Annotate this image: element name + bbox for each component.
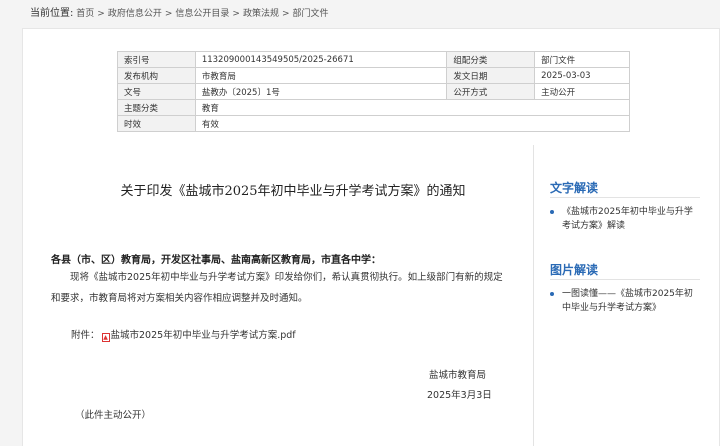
table-row: 发布机构 市教育局 发文日期 2025-03-03	[117, 67, 630, 84]
category-value: 部门文件	[534, 51, 630, 68]
breadcrumb-info-catalog[interactable]: 信息公开目录	[175, 9, 229, 19]
signature-date: 2025年3月3日	[427, 390, 492, 401]
topic-value: 教育	[194, 99, 631, 116]
bullet-icon	[550, 292, 554, 296]
document-title: 关于印发《盐城市2025年初中毕业与升学考试方案》的通知	[120, 184, 466, 199]
doc-no-label: 文号	[117, 83, 196, 100]
breadcrumb-label: 当前位置:	[30, 8, 74, 19]
sidebar-divider	[550, 279, 700, 280]
breadcrumb-home[interactable]: 首页	[76, 9, 94, 19]
column-divider	[533, 145, 534, 446]
publish-mode-value: 主动公开	[534, 83, 630, 100]
content-panel: 索引号 113209000143549505/2025-26671 组配分类 部…	[22, 28, 720, 446]
sidebar-divider	[550, 197, 700, 198]
table-row: 主题分类 教育	[117, 99, 631, 116]
validity-value: 有效	[194, 115, 631, 132]
signature-org: 盐城市教育局	[429, 370, 487, 381]
topic-label: 主题分类	[117, 99, 196, 116]
text-interpretation-link[interactable]: 《盐城市2025年初中毕业与升学考试方案》解读	[550, 205, 700, 233]
metadata-table: 索引号 113209000143549505/2025-26671 组配分类 部…	[117, 51, 631, 132]
validity-label: 时效	[117, 115, 196, 132]
attachment-label: 附件：	[71, 330, 100, 341]
attachment-line: 附件： ▲ 盐城市2025年初中毕业与升学考试方案.pdf	[71, 327, 296, 342]
image-interpretation-heading: 图片解读	[550, 263, 599, 277]
image-interpretation-link[interactable]: 一图读懂——《盐城市2025年初中毕业与升学考试方案》	[550, 287, 700, 315]
index-no-value: 113209000143549505/2025-26671	[194, 51, 448, 68]
attachment-link[interactable]: 盐城市2025年初中毕业与升学考试方案.pdf	[111, 330, 296, 341]
public-note: （此件主动公开）	[75, 410, 152, 421]
pdf-icon: ▲	[101, 333, 110, 342]
category-label: 组配分类	[446, 51, 536, 68]
body-paragraph: 现将《盐城市2025年初中毕业与升学考试方案》印发给你们，希认真贯彻执行。如上级…	[51, 272, 503, 304]
publish-mode-label: 公开方式	[446, 83, 536, 100]
issue-date-label: 发文日期	[446, 67, 536, 84]
breadcrumb: 当前位置: 首页 > 政府信息公开 > 信息公开目录 > 政策法规 > 部门文件	[30, 8, 329, 19]
document-addressee: 各县（市、区）教育局，开发区社事局、盐南高新区教育局，市直各中学：	[51, 255, 381, 266]
breadcrumb-dept-docs[interactable]: 部门文件	[293, 9, 329, 19]
index-no-label: 索引号	[117, 51, 196, 68]
issuer-value: 市教育局	[194, 67, 448, 84]
breadcrumb-policy[interactable]: 政策法规	[243, 9, 279, 19]
issuer-label: 发布机构	[117, 67, 196, 84]
bullet-icon	[550, 210, 554, 214]
table-row: 时效 有效	[117, 115, 631, 132]
breadcrumb-gov-info[interactable]: 政府信息公开	[108, 9, 162, 19]
doc-no-value: 盐教办〔2025〕1号	[194, 83, 448, 100]
table-row: 索引号 113209000143549505/2025-26671 组配分类 部…	[117, 51, 630, 68]
document-body: 现将《盐城市2025年初中毕业与升学考试方案》印发给你们，希认真贯彻执行。如上级…	[51, 267, 511, 309]
text-interpretation-heading: 文字解读	[550, 181, 599, 195]
table-row: 文号 盐教办〔2025〕1号 公开方式 主动公开	[117, 83, 630, 100]
issue-date-value: 2025-03-03	[534, 67, 630, 84]
